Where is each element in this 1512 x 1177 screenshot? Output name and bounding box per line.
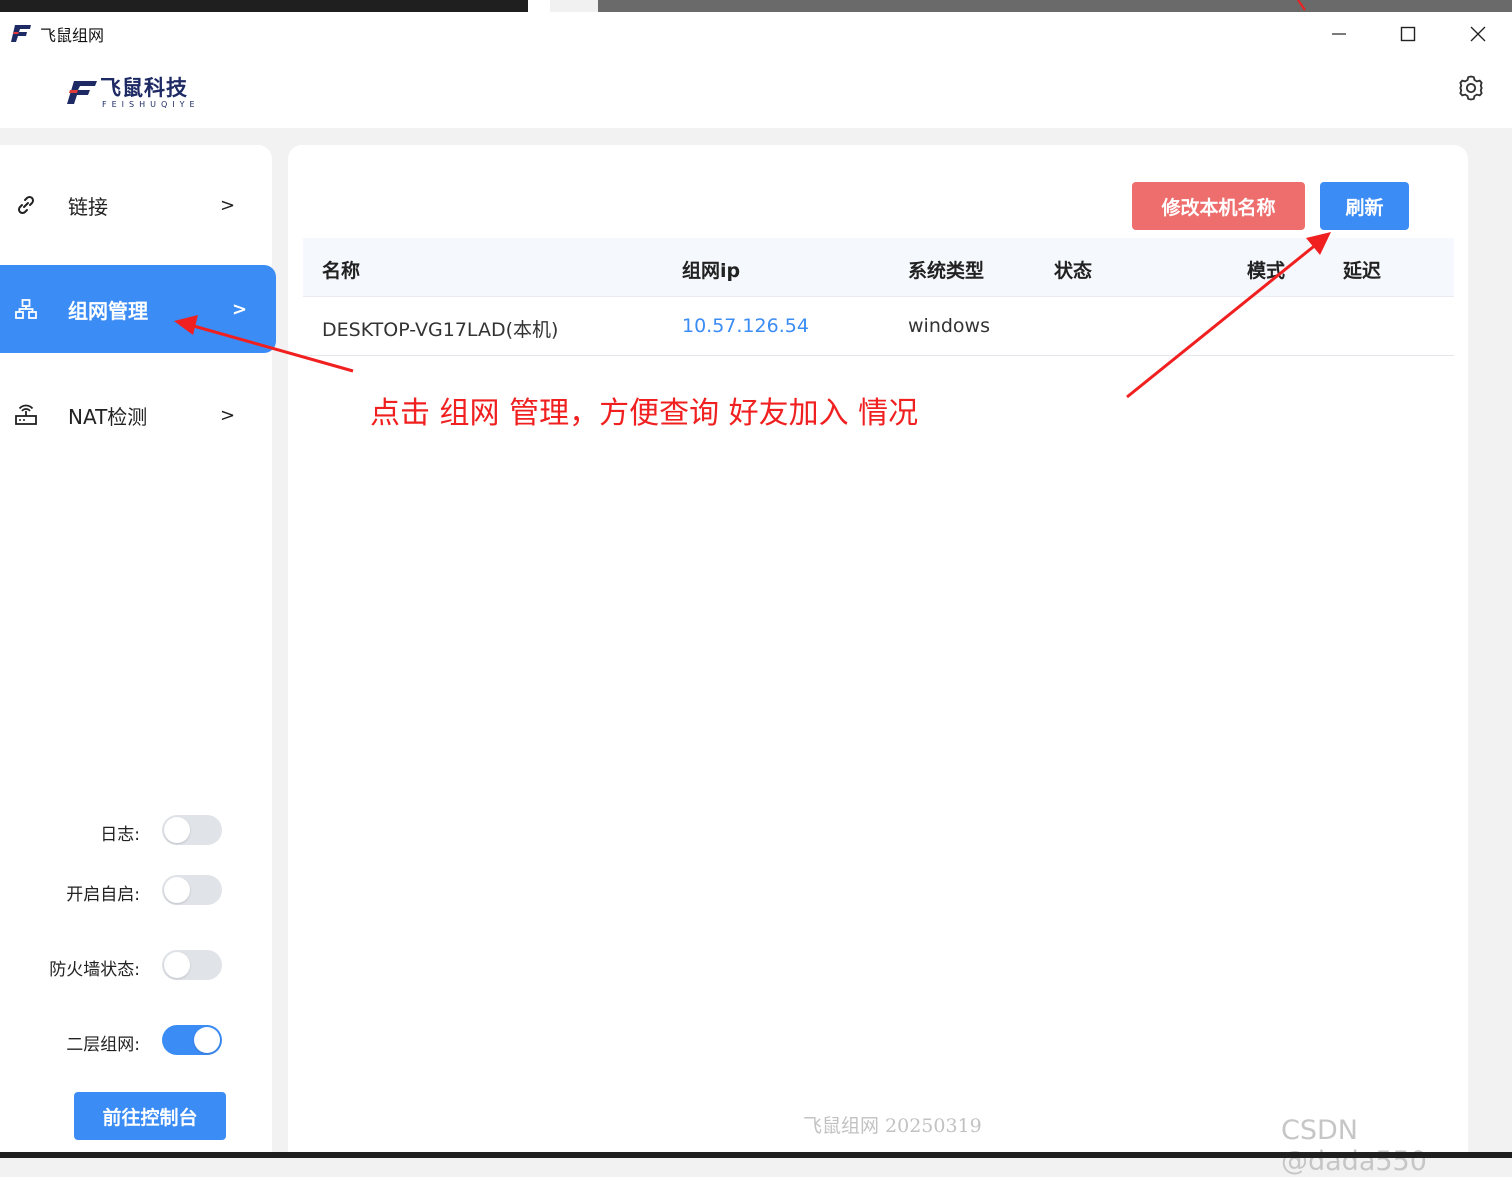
- maximize-icon: [1400, 26, 1416, 42]
- annotation-text: 点击 组网 管理，方便查询 好友加入 情况: [370, 396, 919, 431]
- cell-os: windows: [908, 315, 990, 337]
- column-header-latency: 延迟: [1343, 260, 1382, 282]
- cell-name: DESKTOP-VG17LAD(本机): [322, 319, 559, 341]
- refresh-button[interactable]: 刷新: [1320, 182, 1409, 230]
- sidebar-item-label: 链接: [68, 194, 108, 219]
- peer-table: 名称 组网ip 系统类型 状态 模式 延迟 DESKTOP-VG17LAD(本机…: [303, 238, 1454, 356]
- toggle-firewall: 防火墙状态:: [0, 949, 272, 983]
- sidebar-item-label: NAT检测: [68, 404, 148, 429]
- link-icon: [17, 195, 35, 215]
- toggle-autostart: 开启自启:: [0, 874, 272, 908]
- column-header-mode: 模式: [1247, 260, 1286, 282]
- settings-gear-icon[interactable]: [1456, 73, 1486, 103]
- autostart-switch[interactable]: [162, 875, 222, 905]
- brand-name: 飞鼠科技: [100, 76, 188, 100]
- toggle-layer2: 二层组网:: [0, 1024, 272, 1058]
- router-icon: [15, 404, 37, 425]
- brand-logo: 飞鼠科技 FEISHUQIYE: [66, 76, 200, 110]
- toggle-label: 开启自启:: [66, 885, 140, 905]
- toggle-log: 日志:: [0, 814, 272, 848]
- network-icon: [15, 299, 37, 319]
- log-switch[interactable]: [162, 815, 222, 845]
- brand-subtitle: FEISHUQIYE: [102, 100, 200, 109]
- main-panel: 修改本机名称 刷新 名称 组网ip 系统类型 状态 模式 延迟 DESKTOP-…: [288, 145, 1468, 1158]
- toggle-label: 日志:: [100, 825, 140, 845]
- toggle-label: 二层组网:: [66, 1035, 140, 1055]
- layer2-switch[interactable]: [162, 1025, 222, 1055]
- chevron-right-icon: >: [232, 298, 248, 320]
- table-header: 名称 组网ip 系统类型 状态 模式 延迟: [303, 238, 1454, 297]
- sidebar-item-label: 组网管理: [68, 298, 148, 323]
- rename-host-button[interactable]: 修改本机名称: [1132, 182, 1305, 230]
- table-row[interactable]: DESKTOP-VG17LAD(本机) 10.57.126.54 windows: [303, 297, 1454, 356]
- chevron-right-icon: >: [220, 404, 236, 426]
- desktop-bottom-strip: [0, 1152, 1512, 1158]
- watermark: CSDN @dada550: [1281, 1115, 1427, 1177]
- close-icon: [1470, 26, 1486, 42]
- close-button[interactable]: [1443, 12, 1512, 56]
- sidebar-item-network-management[interactable]: 组网管理 >: [0, 265, 276, 353]
- desktop-top-strip: [0, 0, 1512, 12]
- minimize-button[interactable]: [1304, 12, 1374, 56]
- column-header-status: 状态: [1054, 260, 1093, 282]
- sidebar-item-nat-detection[interactable]: NAT检测 >: [0, 371, 276, 459]
- title-bar: 飞鼠组网: [0, 12, 1512, 56]
- app-logo-icon: [11, 25, 31, 42]
- sidebar-item-link[interactable]: 链接 >: [0, 161, 276, 249]
- column-header-os: 系统类型: [908, 260, 985, 282]
- version-footer: 飞鼠组网 20250319: [803, 1115, 982, 1137]
- toggle-label: 防火墙状态:: [49, 960, 140, 980]
- chevron-right-icon: >: [220, 194, 236, 216]
- go-to-console-button[interactable]: 前往控制台: [74, 1092, 226, 1140]
- firewall-switch[interactable]: [162, 950, 222, 980]
- minimize-icon: [1332, 33, 1346, 35]
- sidebar: 链接 > 组网管理 > NAT检测 > 日志: 开启自启: 防火墙状态: 二层组…: [0, 145, 276, 1158]
- window-title: 飞鼠组网: [40, 26, 105, 45]
- maximize-button[interactable]: [1373, 12, 1443, 56]
- brand-f-icon: [67, 81, 97, 104]
- column-header-name: 名称: [322, 260, 361, 282]
- app-header: 飞鼠科技 FEISHUQIYE: [0, 56, 1512, 128]
- column-header-ip: 组网ip: [682, 260, 741, 282]
- cell-ip: 10.57.126.54: [682, 315, 809, 337]
